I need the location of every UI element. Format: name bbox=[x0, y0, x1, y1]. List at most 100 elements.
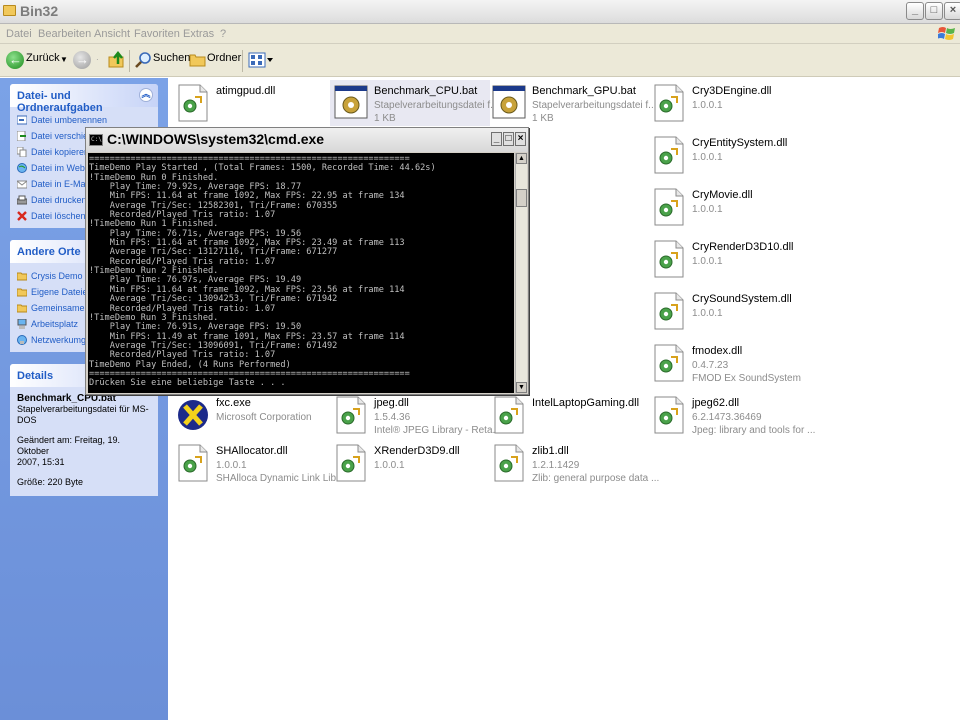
file-version: 6.2.1473.36469 bbox=[692, 412, 762, 423]
back-dropdown-icon[interactable]: ▼ bbox=[60, 55, 68, 64]
dll-file-icon bbox=[176, 84, 210, 122]
file-item[interactable]: Benchmark_CPU.bat Stapelverarbeitungsdate… bbox=[330, 80, 499, 126]
menu-favorites[interactable]: Favoriten bbox=[134, 28, 180, 40]
details-size: Größe: 220 Byte bbox=[17, 477, 84, 487]
place-label: Eigene Dateien bbox=[31, 287, 93, 297]
collapse-chevron-icon[interactable]: ︽ bbox=[139, 88, 153, 102]
file-name: fmodex.dll bbox=[692, 345, 743, 357]
cmd-scrollbar[interactable]: ▲ ▼ bbox=[515, 153, 527, 393]
delete-icon bbox=[17, 211, 27, 221]
folder-up-icon[interactable] bbox=[108, 51, 126, 69]
file-version: 1.2.1.1429 bbox=[532, 460, 580, 471]
task-label: Datei kopieren bbox=[31, 147, 90, 157]
file-description: FMOD Ex SoundSystem bbox=[692, 373, 801, 384]
task-label: Datei löschen bbox=[31, 211, 86, 221]
file-item[interactable]: CryRenderD3D10.dll 1.0.0.1 bbox=[648, 236, 808, 282]
file-version: 1.0.0.1 bbox=[692, 256, 723, 267]
search-icon[interactable] bbox=[134, 51, 152, 69]
file-version: Stapelverarbeitungsdatei f... bbox=[532, 100, 657, 111]
file-item[interactable]: XRenderD3D9.dll 1.0.0.1 bbox=[330, 440, 490, 486]
dll-file-icon bbox=[334, 444, 368, 482]
file-version: 1.0.0.1 bbox=[692, 204, 723, 215]
file-description: Intel® JPEG Library - Reta... bbox=[374, 425, 501, 436]
scroll-down-icon[interactable]: ▼ bbox=[516, 382, 527, 393]
file-item[interactable]: jpeg.dll 1.5.4.36 Intel® JPEG Library - Re… bbox=[330, 392, 501, 438]
task-label: Datei umbenennen bbox=[31, 115, 108, 125]
scroll-thumb[interactable] bbox=[516, 189, 527, 207]
file-version: 1.0.0.1 bbox=[692, 100, 723, 111]
file-name: Benchmark_GPU.bat bbox=[532, 85, 636, 97]
details-title: Details bbox=[17, 370, 54, 382]
cmd-title-bar[interactable]: C:\ C:\WINDOWS\system32\cmd.exe _ □ × bbox=[86, 128, 528, 152]
place-label: Arbeitsplatz bbox=[31, 319, 79, 329]
folders-icon[interactable] bbox=[189, 52, 206, 67]
back-button[interactable]: Zurück bbox=[26, 52, 60, 64]
forward-dropdown-icon[interactable]: · bbox=[96, 55, 99, 64]
maximize-button[interactable]: □ bbox=[925, 2, 943, 20]
toolbar-separator bbox=[129, 50, 130, 72]
batch-file-icon bbox=[492, 84, 526, 122]
file-description: 1 KB bbox=[374, 113, 396, 124]
cmd-maximize-button[interactable]: □ bbox=[503, 132, 514, 146]
folder-icon bbox=[3, 5, 16, 16]
toolbar: ← Zurück ▼ → · Suchen Ordner bbox=[0, 44, 960, 77]
file-item[interactable]: jpeg62.dll 6.2.1473.36469 Jpeg: library an… bbox=[648, 392, 815, 438]
file-tasks-title: Datei- und Ordneraufgaben bbox=[17, 90, 103, 114]
console-icon: C:\ bbox=[89, 134, 103, 146]
email-icon bbox=[17, 180, 27, 189]
menu-edit[interactable]: Bearbeiten bbox=[38, 28, 91, 40]
dll-file-icon bbox=[652, 84, 686, 122]
file-tasks-header[interactable]: Datei- und Ordneraufgaben ︽ bbox=[10, 84, 158, 114]
file-item[interactable]: Cry3DEngine.dll 1.0.0.1 bbox=[648, 80, 808, 126]
cmd-title: C:\WINDOWS\system32\cmd.exe bbox=[107, 131, 325, 147]
cmd-close-button[interactable]: × bbox=[515, 132, 526, 146]
network-icon bbox=[17, 335, 27, 345]
file-item[interactable]: CryEntitySystem.dll 1.0.0.1 bbox=[648, 132, 808, 178]
file-item[interactable]: atimgpud.dll bbox=[172, 80, 332, 126]
file-item[interactable]: IntelLaptopGaming.dll bbox=[488, 392, 648, 438]
details-file-type: Stapelverarbeitungsdatei für MS-DOS bbox=[17, 404, 149, 425]
batch-file-icon bbox=[334, 84, 368, 122]
file-item[interactable]: Benchmark_GPU.bat Stapelverarbeitungsdate… bbox=[488, 80, 657, 126]
search-button[interactable]: Suchen bbox=[153, 52, 190, 64]
file-name: CryMovie.dll bbox=[692, 189, 753, 201]
file-item[interactable]: fxc.exe Microsoft Corporation bbox=[172, 392, 332, 438]
scroll-up-icon[interactable]: ▲ bbox=[516, 153, 527, 164]
dll-file-icon bbox=[652, 240, 686, 278]
back-arrow-icon[interactable]: ← bbox=[6, 51, 24, 69]
views-icon[interactable] bbox=[248, 52, 274, 68]
task-rename[interactable]: Datei umbenennen bbox=[10, 112, 158, 128]
file-item[interactable]: CrySoundSystem.dll 1.0.0.1 bbox=[648, 288, 808, 334]
dll-file-icon bbox=[492, 444, 526, 482]
dll-file-icon bbox=[652, 188, 686, 226]
file-version: 1.0.0.1 bbox=[216, 460, 247, 471]
title-bar: Bin32 _ □ × bbox=[0, 0, 960, 24]
minimize-button[interactable]: _ bbox=[906, 2, 924, 20]
menu-help[interactable]: ? bbox=[220, 28, 226, 40]
console-line: Drücken Sie eine beliebige Taste . . . bbox=[89, 378, 286, 389]
file-name: CrySoundSystem.dll bbox=[692, 293, 792, 305]
fxc-app-icon bbox=[176, 396, 210, 434]
menu-view[interactable]: Ansicht bbox=[94, 28, 130, 40]
file-item[interactable]: fmodex.dll 0.4.7.23 FMOD Ex SoundSystem bbox=[648, 340, 808, 386]
console-output[interactable]: ========================================… bbox=[88, 153, 514, 393]
cmd-window[interactable]: C:\ C:\WINDOWS\system32\cmd.exe _ □ × ==… bbox=[85, 127, 529, 395]
file-item[interactable]: SHAllocator.dll 1.0.0.1 SHAlloca Dynamic L… bbox=[172, 440, 347, 486]
folders-button[interactable]: Ordner bbox=[207, 52, 241, 64]
cmd-minimize-button[interactable]: _ bbox=[491, 132, 502, 146]
file-description: SHAlloca Dynamic Link Libr... bbox=[216, 473, 348, 484]
file-description: Zlib: general purpose data ... bbox=[532, 473, 660, 484]
menu-tools[interactable]: Extras bbox=[183, 28, 214, 40]
file-item[interactable]: CryMovie.dll 1.0.0.1 bbox=[648, 184, 808, 230]
dll-file-icon bbox=[652, 136, 686, 174]
menu-file[interactable]: Datei bbox=[6, 28, 32, 40]
file-item[interactable]: zlib1.dll 1.2.1.1429 Zlib: general purpose… bbox=[488, 440, 659, 486]
file-name: XRenderD3D9.dll bbox=[374, 445, 460, 457]
close-button[interactable]: × bbox=[944, 2, 960, 20]
computer-icon bbox=[17, 319, 27, 329]
file-version: 1.0.0.1 bbox=[374, 460, 405, 471]
menu-bar: Datei Bearbeiten Ansicht Favoriten Extra… bbox=[0, 24, 960, 44]
file-version: 0.4.7.23 bbox=[692, 360, 729, 371]
dll-file-icon bbox=[652, 396, 686, 434]
forward-arrow-icon[interactable]: → bbox=[73, 51, 91, 69]
